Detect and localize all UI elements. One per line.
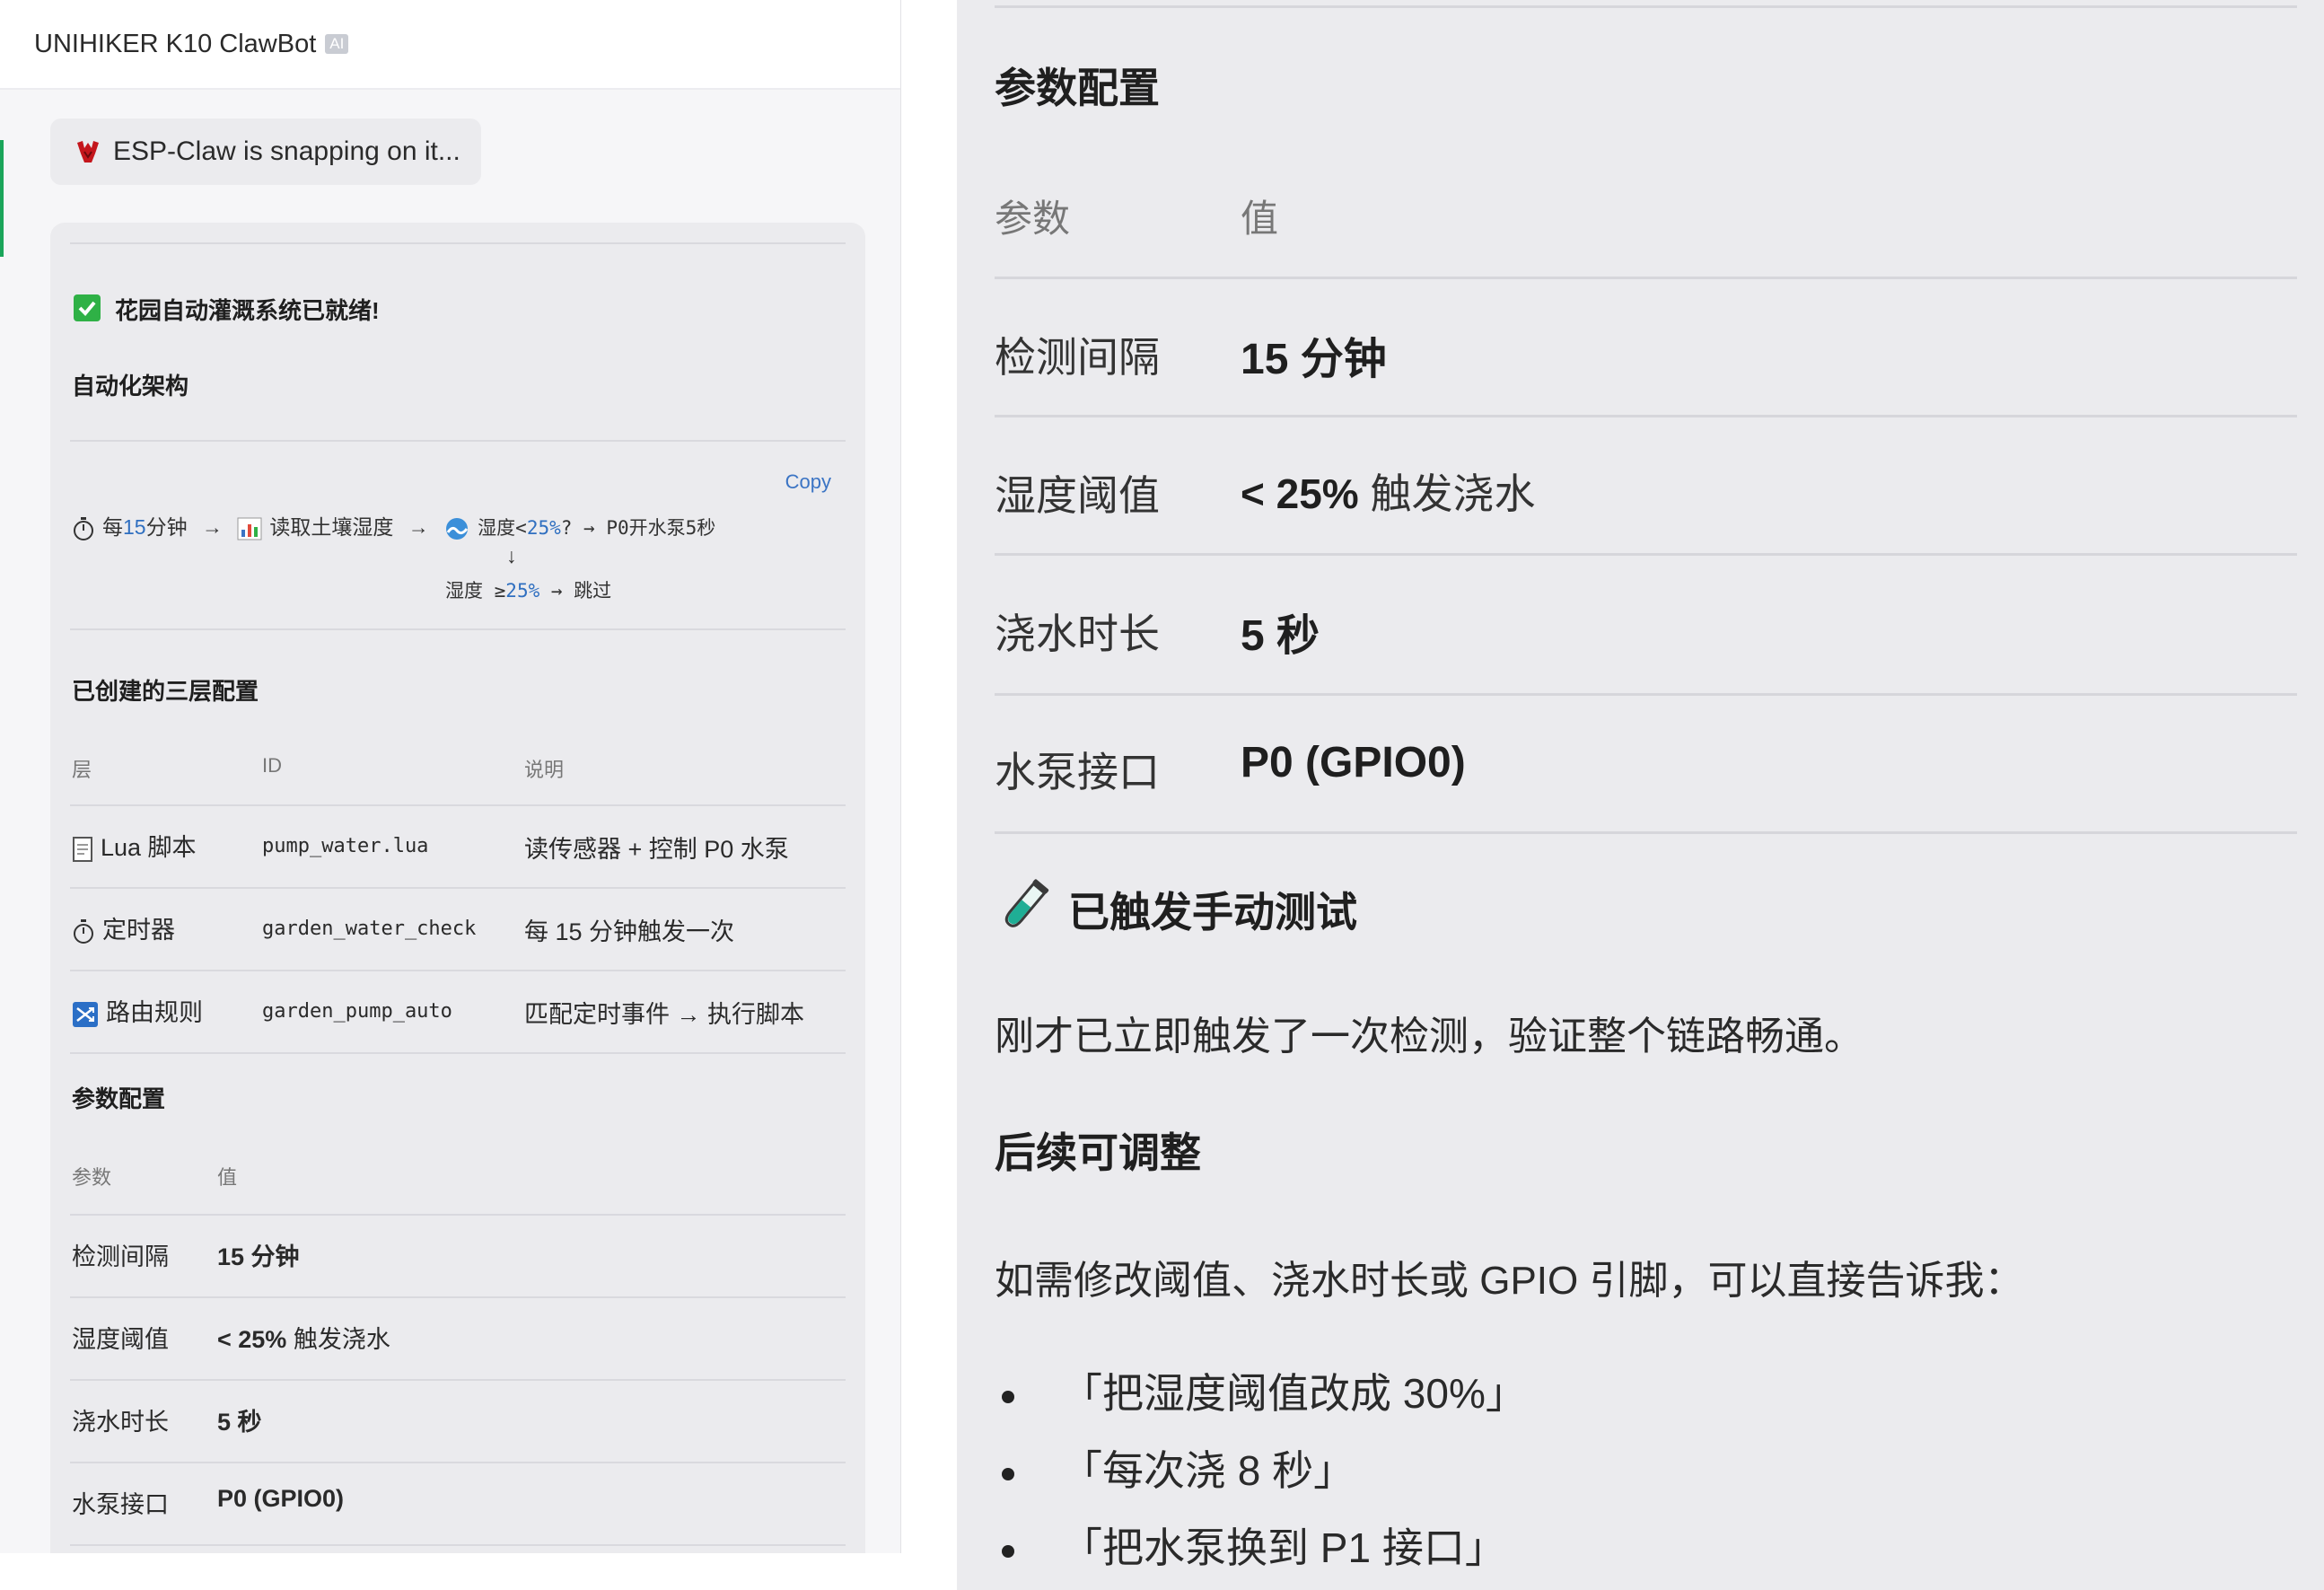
stopwatch-icon [74, 516, 93, 540]
divider [70, 1544, 846, 1546]
ai-badge: AI [325, 34, 349, 54]
layer-desc: 每 15 分钟触发一次 [524, 918, 735, 945]
list-item: 「把湿度阈值改成 30%」 [995, 1361, 1527, 1420]
param-value: 5 秒 [217, 1409, 262, 1436]
divider [995, 831, 2297, 834]
divider [70, 887, 846, 889]
divider [70, 1052, 846, 1054]
param-value: 5 秒 [1241, 612, 1320, 660]
divider [995, 553, 2297, 556]
table-header: ID [262, 754, 282, 777]
param-value: 15 分钟 [1241, 336, 1387, 383]
param-name: 湿度阈值 [72, 1326, 169, 1353]
app-header: UNIHIKER K10 ClawBot AI [0, 0, 900, 90]
chat-pane: UNIHIKER K10 ClawBot AI ESP-Claw is snap… [0, 0, 901, 1553]
list-item: 「把水泵换到 P1 接口」 [995, 1515, 1506, 1575]
test-tube-icon [1004, 879, 1049, 927]
check-mark-icon [74, 294, 101, 321]
divider [995, 5, 2297, 8]
table-header: 值 [217, 1166, 238, 1189]
flow-else-branch: 湿度 ≥25% → 跳过 [445, 580, 612, 602]
list-item: 「每次浇 8 秒」 [995, 1438, 1355, 1498]
stopwatch-icon [74, 918, 93, 944]
layer-id: pump_water.lua [262, 835, 429, 857]
architecture-title: 自动化架构 [72, 373, 189, 400]
shuffle-icon [73, 1001, 98, 1027]
param-value: < 25% 触发浇水 [1241, 470, 1536, 517]
table-header: 值 [1241, 198, 1279, 240]
layer-desc: 匹配定时事件 → 执行脚本 [524, 1001, 805, 1028]
param-name: 水泵接口 [995, 749, 1160, 795]
status-text: ESP-Claw is snapping on it... [113, 136, 460, 166]
divider [70, 628, 846, 630]
table-header: 说明 [524, 759, 565, 781]
water-wave-icon [446, 517, 469, 540]
param-name: 浇水时长 [72, 1409, 169, 1436]
params-title: 参数配置 [72, 1085, 166, 1112]
table-header: 参数 [72, 1166, 112, 1189]
claw-icon [77, 141, 99, 163]
divider [70, 1379, 846, 1381]
zoom-params-title: 参数配置 [995, 65, 1160, 111]
param-value: 15 分钟 [217, 1243, 300, 1270]
param-name: 水泵接口 [72, 1491, 169, 1518]
param-value: P0 (GPIO0) [1241, 739, 1466, 786]
param-name: 浇水时长 [995, 611, 1160, 657]
layer-id: garden_pump_auto [262, 1000, 452, 1023]
adjust-title: 后续可调整 [995, 1129, 1201, 1176]
divider [70, 804, 846, 806]
ready-heading: 花园自动灌溉系统已就绪! [115, 297, 380, 324]
flow-diagram-line: 每15分钟 → 读取土壤湿度 → 湿度<25%? → P0开水泵5秒 [72, 510, 715, 541]
layers-title: 已创建的三层配置 [72, 678, 259, 705]
divider [995, 277, 2297, 279]
param-name: 检测间隔 [995, 334, 1160, 381]
app-title: UNIHIKER K10 ClawBot [34, 29, 317, 58]
adjust-description: 如需修改阈值、浇水时长或 GPIO 引脚，可以直接告诉我： [995, 1259, 2024, 1303]
copy-button[interactable]: Copy [785, 470, 831, 494]
divider [70, 970, 846, 971]
layer-id: garden_water_check [262, 918, 477, 940]
divider [70, 1296, 846, 1298]
param-name: 检测间隔 [72, 1243, 169, 1270]
divider [995, 693, 2297, 696]
layer-desc: 读传感器 + 控制 P0 水泵 [524, 836, 789, 863]
divider [70, 1462, 846, 1463]
bar-chart-icon [237, 517, 262, 540]
assistant-message-card: 花园自动灌溉系统已就绪! 自动化架构 Copy 每15分钟 → 读取土壤湿度 →… [50, 223, 865, 1553]
divider [995, 415, 2297, 417]
divider [70, 242, 846, 244]
test-description: 刚才已立即触发了一次检测，验证整个链路畅通。 [995, 1015, 1864, 1059]
divider [70, 440, 846, 442]
param-name: 湿度阈值 [995, 472, 1160, 519]
param-value: < 25% 触发浇水 [217, 1326, 390, 1353]
flow-down-arrow: ↓ [506, 544, 517, 567]
test-title: 已触发手动测试 [1068, 889, 1357, 936]
active-indicator [0, 140, 4, 257]
status-pill: ESP-Claw is snapping on it... [50, 119, 481, 185]
document-icon [73, 836, 92, 862]
zoomed-detail-pane: 参数配置 参数 值 检测间隔 15 分钟 湿度阈值 < 25% 触发浇水 浇水时… [957, 0, 2324, 1590]
divider [70, 1214, 846, 1216]
table-header: 参数 [995, 198, 1071, 240]
param-value: P0 (GPIO0) [217, 1485, 345, 1512]
table-header: 层 [72, 759, 92, 781]
